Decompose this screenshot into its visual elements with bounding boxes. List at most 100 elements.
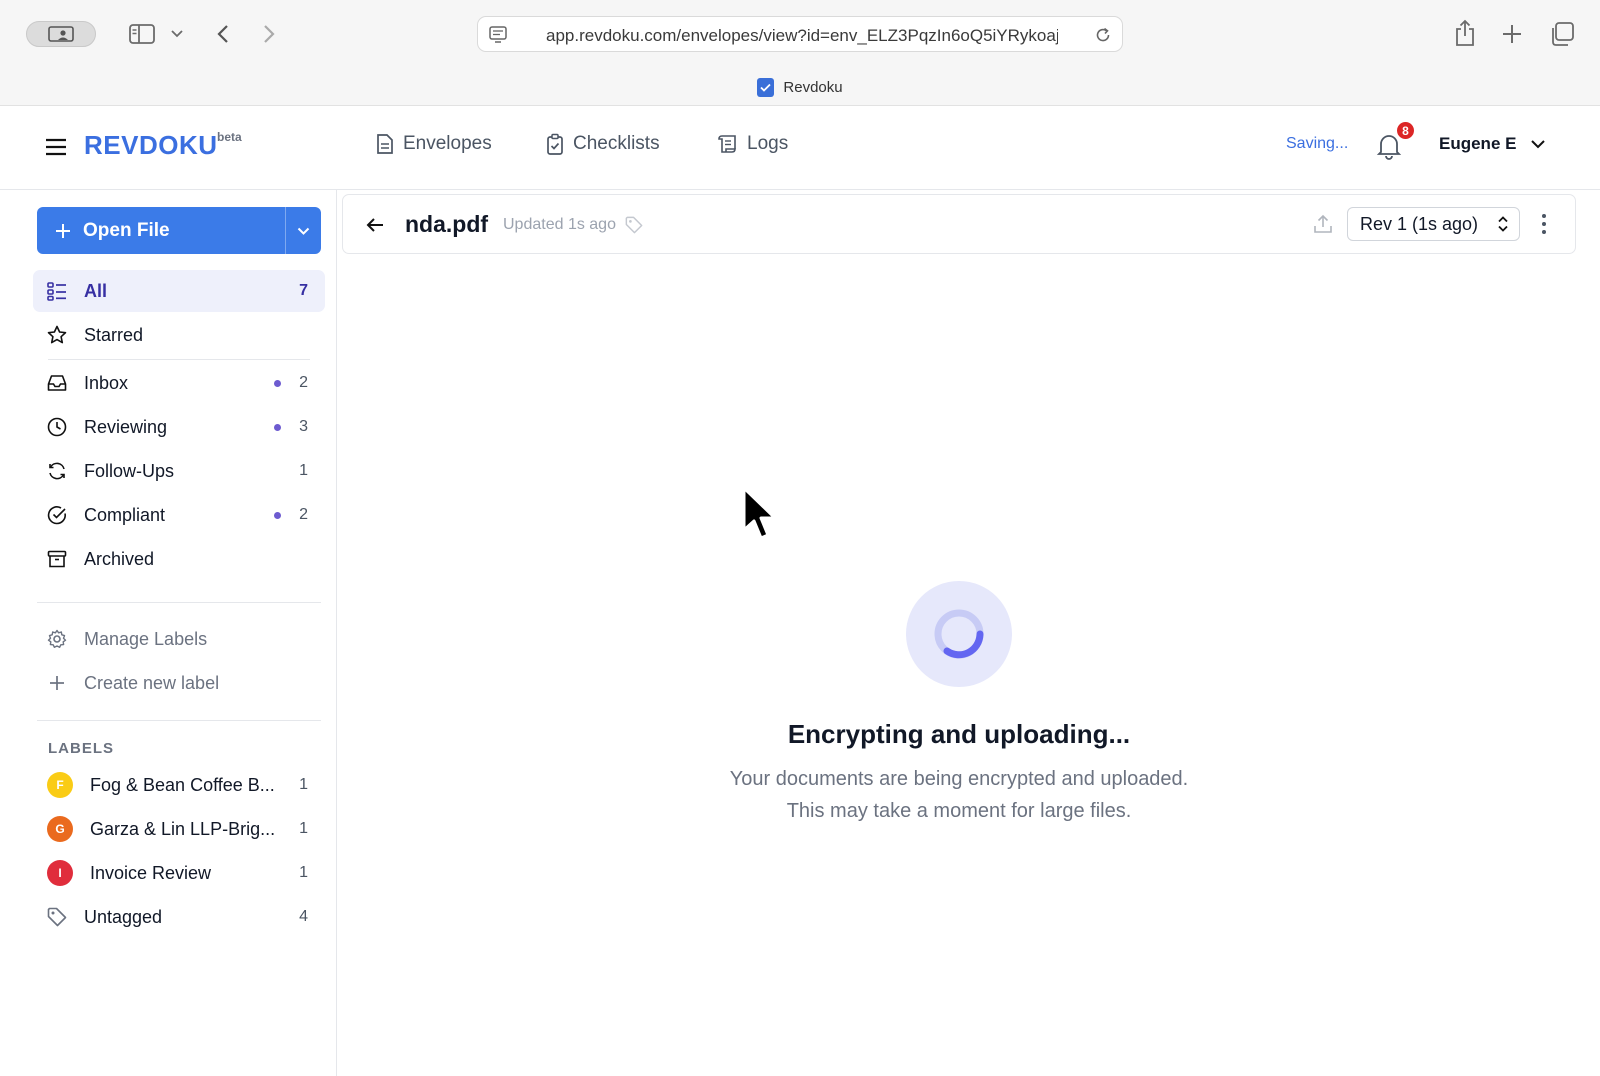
manage-labels-label: Manage Labels <box>84 629 208 649</box>
document-toolbar: nda.pdf Updated 1s ago Rev 1 (1s ago) <box>342 194 1576 254</box>
sidebar-item-count: 3 <box>299 418 308 435</box>
browser-tab[interactable]: Revdoku <box>0 78 1600 97</box>
share-button[interactable] <box>1452 18 1478 48</box>
share-icon <box>1456 19 1474 46</box>
nav-envelopes[interactable]: Envelopes <box>376 133 492 155</box>
manage-labels-link[interactable]: Manage Labels <box>33 618 325 660</box>
label-count: 4 <box>299 908 308 925</box>
sidebar-icon <box>129 24 155 44</box>
label-item[interactable]: I Invoice Review 1 <box>33 852 325 894</box>
tab-title: Revdoku <box>783 79 843 96</box>
inbox-icon <box>47 375 67 391</box>
user-menu[interactable]: Eugene E <box>1439 134 1546 154</box>
label-item[interactable]: G Garza & Lin LLP-Brig... 1 <box>33 808 325 850</box>
open-file-button-group: Open File <box>37 207 321 254</box>
sidebar-item-label: Starred <box>84 325 144 345</box>
unread-dot <box>274 512 281 519</box>
label-item-untagged[interactable]: Untagged 4 <box>33 896 325 938</box>
tabs-icon <box>1552 22 1574 46</box>
sidebar-item-inbox[interactable]: Inbox 2 <box>33 362 325 404</box>
chevron-left-icon <box>217 25 228 43</box>
label-avatar: F <box>47 772 73 798</box>
scroll-icon <box>718 135 736 153</box>
sidebar-item-compliant[interactable]: Compliant 2 <box>33 494 325 536</box>
beta-badge: beta <box>217 130 242 144</box>
labels-heading: LABELS <box>48 740 114 757</box>
new-tab-button[interactable] <box>1500 22 1524 46</box>
document-title[interactable]: nda.pdf <box>405 211 488 238</box>
sidebar-toggle-button[interactable] <box>128 22 156 46</box>
back-button[interactable] <box>212 22 234 46</box>
loading-message-line-2: This may take a moment for large files. <box>786 800 1132 822</box>
hamburger-menu-icon[interactable] <box>44 137 68 157</box>
notification-count-badge: 8 <box>1395 120 1416 141</box>
create-label-link[interactable]: Create new label <box>33 662 325 704</box>
plus-icon <box>1503 25 1521 43</box>
sidebar-item-starred[interactable]: Starred <box>33 314 325 356</box>
sidebar-item-count: 2 <box>299 374 308 391</box>
label-avatar: I <box>47 860 73 886</box>
nav-envelopes-label: Envelopes <box>403 133 492 154</box>
reload-icon[interactable] <box>1094 26 1112 44</box>
label-name: Garza & Lin LLP-Brig... <box>90 819 276 839</box>
revision-select-value: Rev 1 (1s ago) <box>1360 213 1479 234</box>
nav-checklists[interactable]: Checklists <box>546 133 660 155</box>
page-settings-icon[interactable] <box>489 26 509 44</box>
spinner-icon <box>934 609 984 659</box>
sidebar: Open File All 7 Starred Inbox 2 Reviewin… <box>0 190 337 1076</box>
unread-dot <box>274 380 281 387</box>
clock-icon <box>47 417 67 437</box>
refresh-icon <box>49 462 65 480</box>
user-name: Eugene E <box>1439 134 1517 153</box>
tab-overview-button[interactable] <box>1548 20 1576 48</box>
plus-icon <box>50 676 64 690</box>
open-file-button[interactable]: Open File <box>37 207 285 254</box>
list-icon <box>47 282 66 301</box>
tag-icon <box>47 907 67 927</box>
divider <box>37 720 321 721</box>
address-bar[interactable]: app.revdoku.com/envelopes/view?id=env_EL… <box>477 16 1123 52</box>
forward-button[interactable] <box>258 22 280 46</box>
sidebar-item-archived[interactable]: Archived <box>33 538 325 580</box>
open-file-options-button[interactable] <box>285 207 321 254</box>
tag-icon[interactable] <box>625 216 643 234</box>
sidebar-item-label: Compliant <box>84 505 166 525</box>
chevron-down-icon <box>297 227 310 235</box>
open-file-label: Open File <box>83 219 170 241</box>
document-updated-time: Updated 1s ago <box>503 216 616 233</box>
nav-checklists-label: Checklists <box>573 133 660 154</box>
sidebar-item-count: 1 <box>299 462 308 479</box>
sidebar-item-label: Archived <box>84 549 155 569</box>
brand-logo[interactable]: REVDOKU <box>84 130 218 161</box>
sidebar-item-count: 2 <box>299 506 308 523</box>
label-item[interactable]: F Fog & Bean Coffee B... 1 <box>33 764 325 806</box>
clipboard-check-icon <box>547 133 563 155</box>
label-avatar: G <box>47 816 73 842</box>
sidebar-item-reviewing[interactable]: Reviewing 3 <box>33 406 325 448</box>
profile-switcher-button[interactable] <box>26 21 96 47</box>
revision-select[interactable]: Rev 1 (1s ago) <box>1347 207 1520 241</box>
arrow-left-icon[interactable] <box>365 215 385 235</box>
label-count: 1 <box>299 864 308 881</box>
sidebar-item-label: Reviewing <box>84 417 168 437</box>
url-text[interactable]: app.revdoku.com/envelopes/view?id=env_EL… <box>546 26 1058 46</box>
chevron-down-icon[interactable] <box>170 27 184 41</box>
nav-logs[interactable]: Logs <box>718 133 788 155</box>
app-header: REVDOKU beta Envelopes Checklists Logs S… <box>0 106 1600 190</box>
sidebar-item-label: Follow-Ups <box>84 461 175 481</box>
sidebar-item-label: Inbox <box>84 373 129 393</box>
check-circle-icon <box>47 506 66 525</box>
upload-icon[interactable] <box>1313 214 1333 234</box>
star-icon <box>47 325 67 344</box>
chevron-down-icon <box>1531 140 1546 149</box>
browser-toolbar: app.revdoku.com/envelopes/view?id=env_EL… <box>0 0 1600 106</box>
label-name: Invoice Review <box>90 863 212 883</box>
label-name: Fog & Bean Coffee B... <box>90 775 275 795</box>
label-name: Untagged <box>84 907 163 927</box>
revdoku-favicon-icon <box>757 78 775 97</box>
more-vertical-icon[interactable] <box>1541 213 1547 235</box>
sidebar-item-all[interactable]: All 7 <box>33 270 325 312</box>
divider <box>37 602 321 603</box>
sidebar-item-follow-ups[interactable]: Follow-Ups 1 <box>33 450 325 492</box>
loading-title: Encrypting and uploading... <box>787 719 1131 749</box>
